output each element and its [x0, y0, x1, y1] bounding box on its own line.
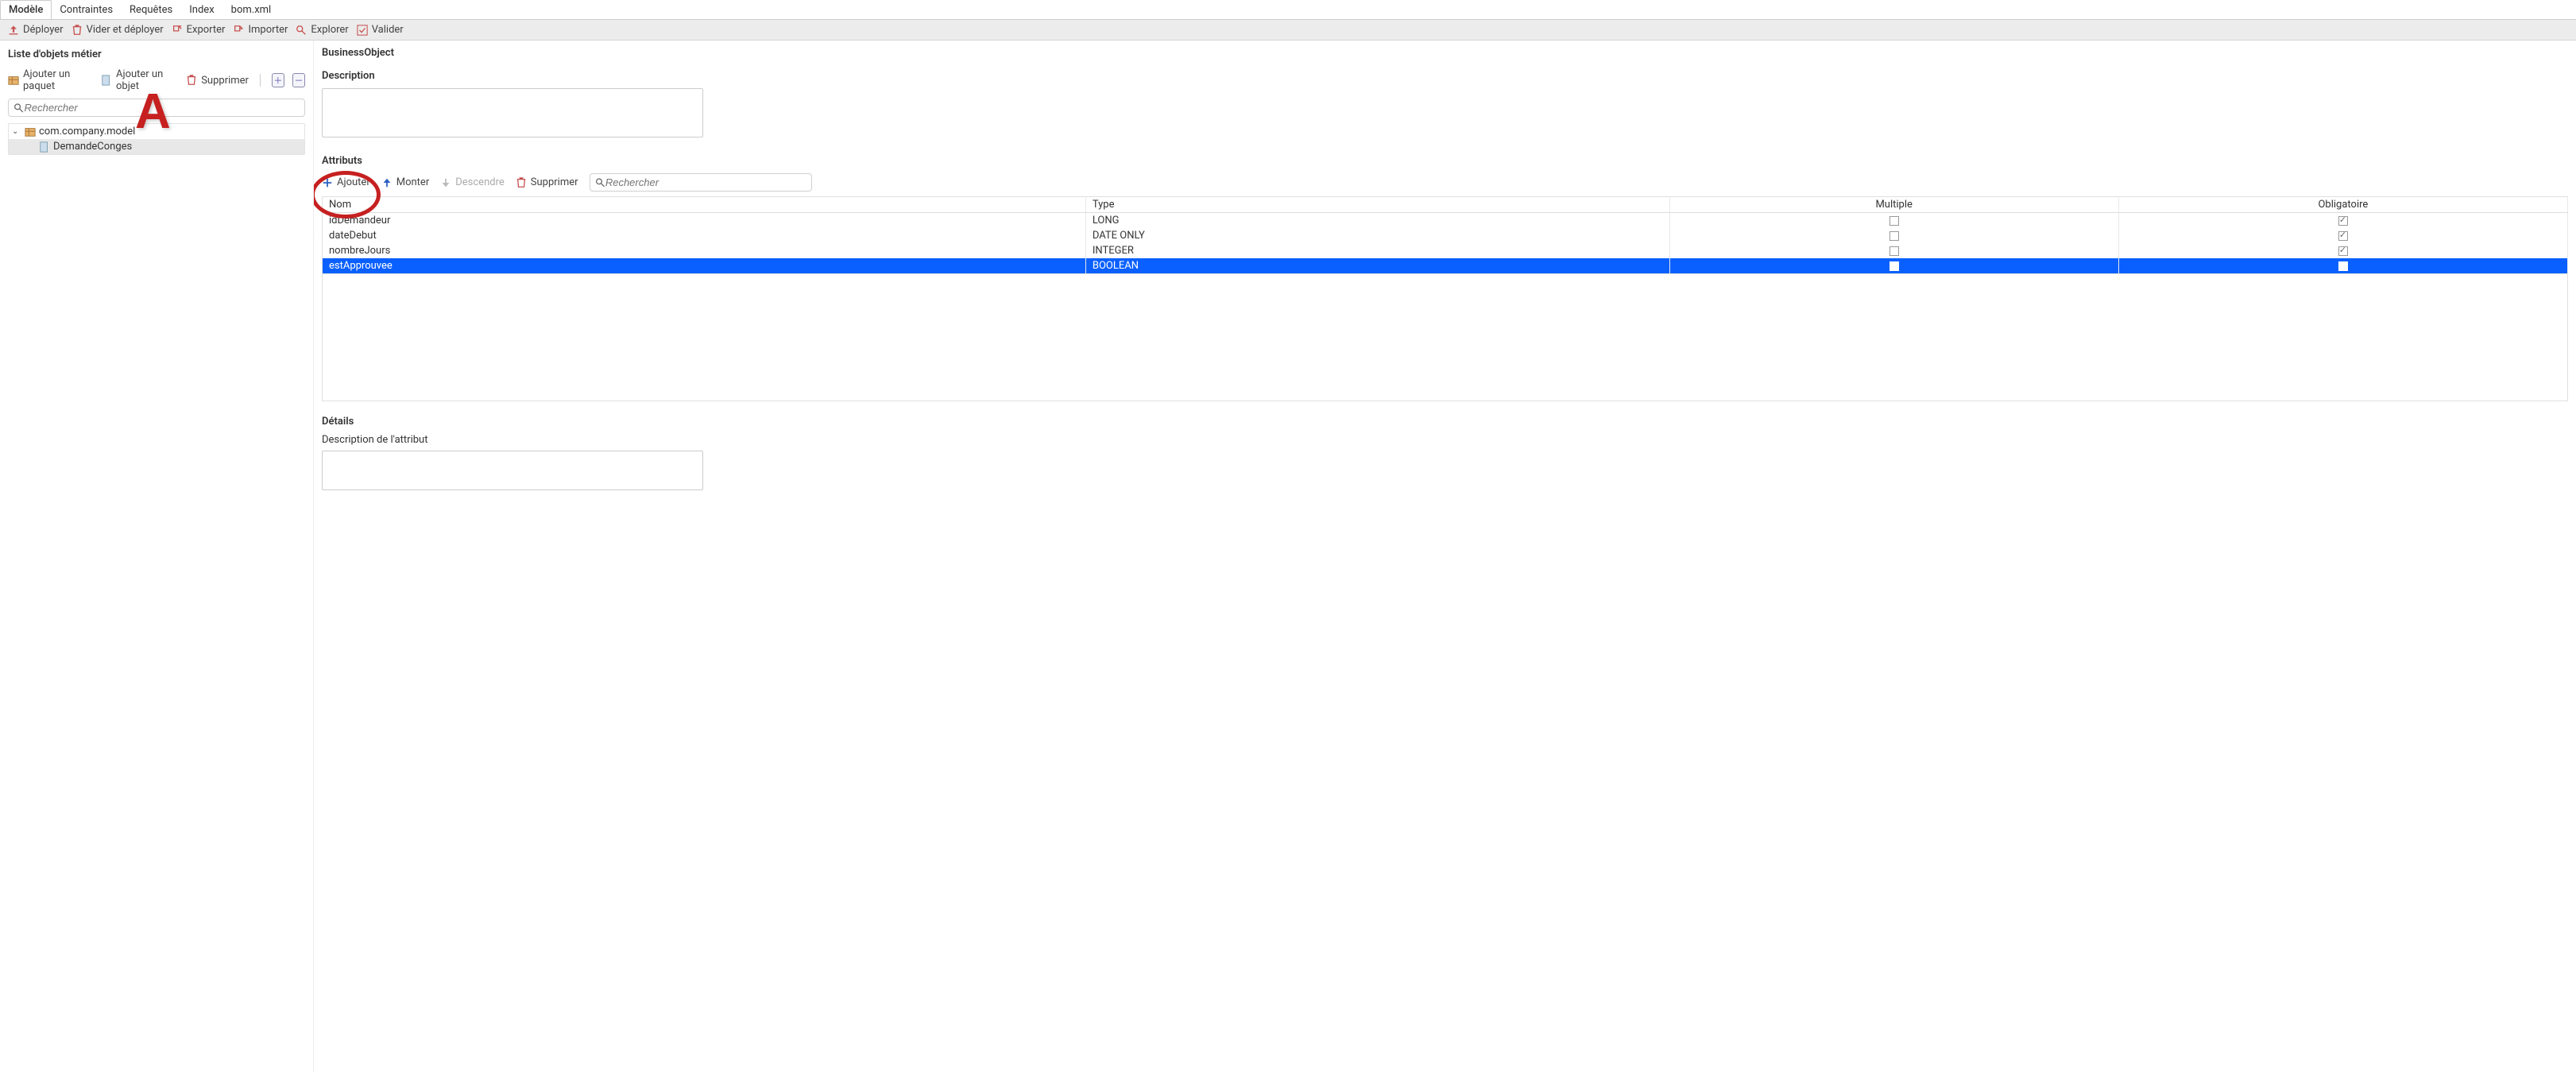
attribute-search-input[interactable] — [605, 176, 806, 188]
export-button[interactable]: Exporter — [172, 24, 226, 36]
cell-type[interactable]: INTEGER — [1085, 243, 1669, 258]
tab-requetes[interactable]: Requêtes — [121, 0, 181, 19]
delete-object-button[interactable]: Supprimer — [186, 75, 249, 87]
checkbox-multiple[interactable] — [1889, 246, 1899, 256]
cell-mandatory[interactable] — [2118, 228, 2567, 243]
cell-multiple[interactable] — [1669, 213, 2118, 229]
checkbox-mandatory[interactable] — [2338, 231, 2348, 241]
cell-mandatory[interactable] — [2118, 213, 2567, 229]
search-icon — [14, 103, 24, 114]
object-tree: ⌄ com.company.model DemandeConges — [8, 123, 305, 155]
tree-object-row[interactable]: DemandeConges — [9, 139, 304, 154]
col-type[interactable]: Type — [1085, 197, 1669, 213]
left-panel-title: Liste d'objets métier — [8, 47, 305, 60]
attr-desc-label: Description de l'attribut — [322, 434, 2568, 446]
col-multiple[interactable]: Multiple — [1669, 197, 2118, 213]
tab-modele[interactable]: Modèle — [0, 0, 52, 19]
validate-button[interactable]: Valider — [357, 24, 404, 36]
deploy-button[interactable]: Déployer — [8, 24, 64, 36]
move-down-button: Descendre — [440, 176, 505, 188]
attributes-toolbar: Ajouter Monter Descendre Supprimer — [322, 173, 2568, 192]
tree-package-row[interactable]: ⌄ com.company.model — [9, 124, 304, 139]
attr-desc-textarea[interactable] — [322, 451, 703, 490]
object-title: BusinessObject — [322, 47, 2568, 59]
import-button[interactable]: Importer — [233, 24, 288, 36]
cell-name[interactable]: idDemandeur — [323, 213, 1086, 229]
add-object-button[interactable]: Ajouter un objet — [101, 68, 178, 92]
checkbox-multiple[interactable] — [1889, 231, 1899, 241]
table-row[interactable]: dateDebutDATE ONLY — [323, 228, 2568, 243]
arrow-down-icon — [440, 177, 451, 188]
left-panel: Liste d'objets métier Ajouter un paquet … — [0, 41, 314, 1072]
left-toolbar: Ajouter un paquet Ajouter un objet Suppr… — [8, 68, 305, 92]
cell-multiple[interactable] — [1669, 258, 2118, 274]
collapse-all-button[interactable]: － — [292, 73, 305, 87]
package-icon — [25, 126, 36, 137]
cell-type[interactable]: DATE ONLY — [1085, 228, 1669, 243]
package-icon — [8, 75, 19, 86]
explore-button[interactable]: Explorer — [296, 24, 348, 36]
add-package-button[interactable]: Ajouter un paquet — [8, 68, 93, 92]
delete-icon — [186, 75, 197, 86]
right-panel: BusinessObject Description Attributs B A… — [314, 41, 2576, 1072]
cell-name[interactable]: estApprouvee — [323, 258, 1086, 274]
validate-icon — [357, 25, 368, 36]
left-search[interactable] — [8, 99, 305, 117]
table-row[interactable]: estApprouveeBOOLEAN — [323, 258, 2568, 274]
attributes-table: Nom Type Multiple Obligatoire idDemandeu… — [322, 196, 2568, 274]
trash-icon — [72, 25, 83, 36]
col-name[interactable]: Nom — [323, 197, 1086, 213]
deploy-icon — [8, 25, 19, 36]
cell-name[interactable]: dateDebut — [323, 228, 1086, 243]
description-textarea[interactable] — [322, 88, 703, 137]
main-toolbar: Déployer Vider et déployer Exporter Impo… — [0, 20, 2576, 41]
cell-name[interactable]: nombreJours — [323, 243, 1086, 258]
table-row[interactable]: nombreJoursINTEGER — [323, 243, 2568, 258]
attributes-label: Attributs — [322, 155, 2568, 167]
details-label: Détails — [322, 416, 2568, 428]
export-icon — [172, 25, 183, 36]
explore-icon — [296, 25, 307, 36]
attribute-search[interactable] — [590, 173, 812, 192]
cell-mandatory[interactable] — [2118, 258, 2567, 274]
checkbox-mandatory[interactable] — [2338, 246, 2348, 256]
tab-index[interactable]: Index — [180, 0, 222, 19]
checkbox-mandatory[interactable] — [2338, 216, 2348, 226]
left-search-input[interactable] — [24, 102, 300, 114]
import-icon — [233, 25, 244, 36]
checkbox-multiple[interactable] — [1889, 261, 1899, 271]
description-label: Description — [322, 70, 2568, 82]
cell-multiple[interactable] — [1669, 243, 2118, 258]
arrow-up-icon — [381, 177, 393, 188]
tree-package-label: com.company.model — [39, 126, 135, 137]
plus-icon — [322, 177, 333, 188]
move-up-button[interactable]: Monter — [381, 176, 430, 188]
cell-mandatory[interactable] — [2118, 243, 2567, 258]
object-icon — [101, 75, 112, 86]
add-attribute-button[interactable]: Ajouter — [322, 176, 370, 188]
tree-object-label: DemandeConges — [53, 141, 132, 153]
checkbox-multiple[interactable] — [1889, 216, 1899, 226]
cell-type[interactable]: LONG — [1085, 213, 1669, 229]
col-mandatory[interactable]: Obligatoire — [2118, 197, 2567, 213]
checkbox-mandatory[interactable] — [2338, 261, 2348, 271]
table-row[interactable]: idDemandeurLONG — [323, 213, 2568, 229]
delete-attribute-button[interactable]: Supprimer — [516, 176, 578, 188]
cell-type[interactable]: BOOLEAN — [1085, 258, 1669, 274]
clean-deploy-button[interactable]: Vider et déployer — [72, 24, 164, 36]
search-icon — [595, 177, 605, 188]
chevron-down-icon[interactable]: ⌄ — [12, 127, 21, 136]
attributes-table-empty — [322, 274, 2568, 401]
object-icon — [39, 141, 50, 153]
expand-all-button[interactable]: ＋ — [272, 73, 284, 87]
delete-icon — [516, 177, 527, 188]
tab-contraintes[interactable]: Contraintes — [51, 0, 122, 19]
tab-bomxml[interactable]: bom.xml — [222, 0, 280, 19]
editor-tabbar: Modèle Contraintes Requêtes Index bom.xm… — [0, 0, 2576, 20]
cell-multiple[interactable] — [1669, 228, 2118, 243]
